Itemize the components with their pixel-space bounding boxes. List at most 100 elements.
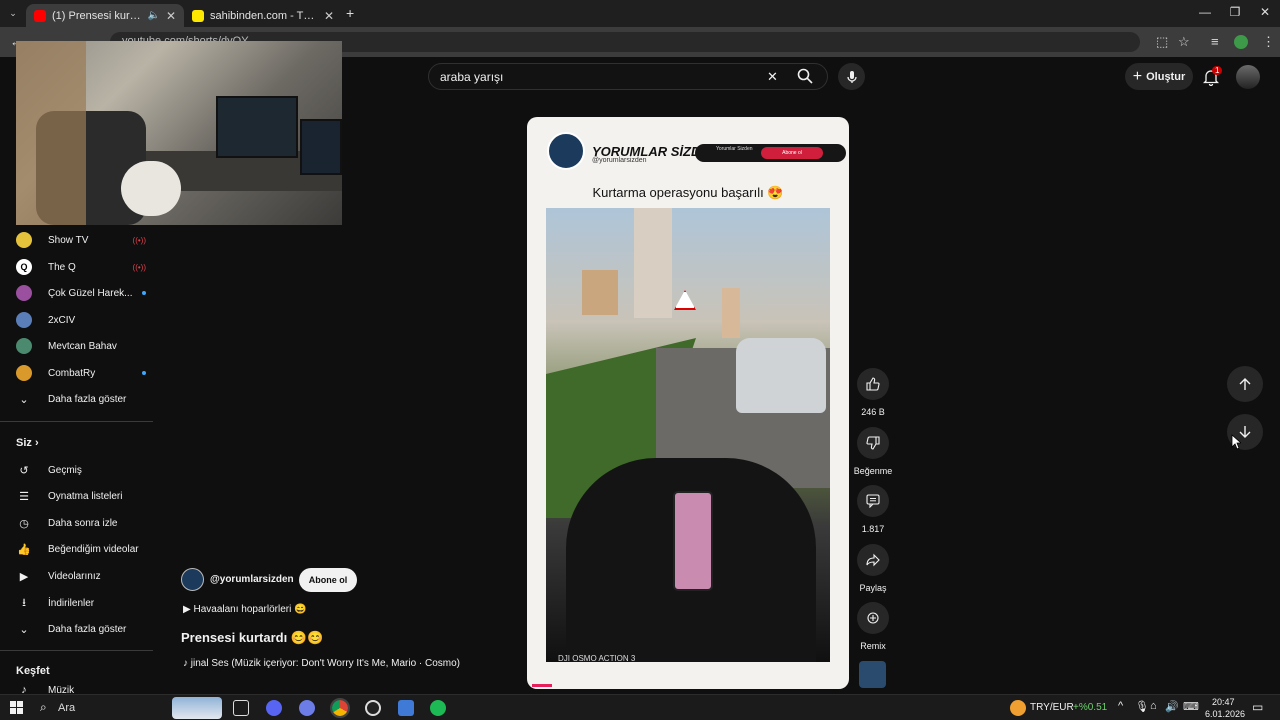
- microphone-icon[interactable]: 🎙: [1135, 700, 1149, 713]
- sidebar-item-label: Mevtcan Bahav: [48, 340, 117, 352]
- shorts-video-player[interactable]: YORUMLAR SİZDEN @yorumlarsizden Yorumlar…: [527, 117, 849, 689]
- sidebar-item-label: İndirilenler: [48, 597, 95, 609]
- network-icon[interactable]: ⌂: [1150, 700, 1157, 712]
- chevron-down-icon: ⌄: [19, 623, 29, 636]
- building: [722, 288, 740, 338]
- taskbar-search-box[interactable]: ⌕ Ara: [30, 696, 226, 720]
- music-credit[interactable]: ♪ jinal Ses (Müzik içeriyor: Don't Worry…: [183, 658, 460, 669]
- sahibinden-favicon-icon: [192, 9, 204, 22]
- app-icon[interactable]: [299, 700, 315, 716]
- clock-date[interactable]: 6.01.2026: [1205, 709, 1245, 719]
- comment-icon: [857, 485, 889, 517]
- close-tab-icon[interactable]: ✕: [324, 9, 334, 23]
- sidebar-item-watch-later[interactable]: ◷ Daha sonra izle: [16, 513, 146, 533]
- notifications-icon[interactable]: ▭: [1252, 700, 1263, 714]
- like-button[interactable]: 246 B: [848, 368, 898, 417]
- previous-short-button[interactable]: [1227, 366, 1263, 402]
- restore-icon[interactable]: ❐: [1220, 5, 1250, 19]
- sidebar-item-label: The Q: [48, 261, 76, 273]
- channel-avatar: [16, 365, 32, 381]
- clear-search-icon[interactable]: ✕: [767, 69, 778, 85]
- dislike-label: Beğenme: [853, 466, 893, 476]
- media-control-icon[interactable]: ≡: [1211, 34, 1219, 49]
- sidebar-item-playlists[interactable]: ☰ Oynatma listeleri: [16, 486, 146, 506]
- sidebar-item-label: Daha sonra izle: [48, 517, 118, 529]
- new-content-dot-icon: [142, 371, 146, 375]
- menu-dots-icon[interactable]: ⋮: [1262, 34, 1275, 50]
- sidebar-item-your-videos[interactable]: ▶ Videolarınız: [16, 566, 146, 586]
- sidebar-item-downloads[interactable]: ⭳ İndirilenler: [16, 593, 146, 613]
- sidebar-item-2xciv[interactable]: 2xCIV: [16, 310, 146, 330]
- windows-taskbar: ⌕ Ara TRY/EUR +%0.51 ^ 🎙 ⌂ 🔊 ⌨ 20:47 6.0…: [0, 694, 1280, 720]
- webcam-monitor-right: [300, 119, 342, 175]
- close-window-icon[interactable]: ✕: [1250, 5, 1280, 19]
- profile-avatar[interactable]: [1234, 35, 1248, 49]
- remix-button[interactable]: Remix: [848, 602, 898, 651]
- tray-chevron-up-icon[interactable]: ^: [1118, 700, 1123, 712]
- minimize-icon[interactable]: —: [1190, 5, 1220, 19]
- chrome-icon[interactable]: [330, 698, 350, 718]
- install-icon[interactable]: ⬚: [1156, 34, 1168, 50]
- video-progress-bar[interactable]: [532, 684, 552, 687]
- show-more-you[interactable]: ⌄ Daha fazla göster: [16, 619, 146, 639]
- sidebar-item-liked-videos[interactable]: 👍 Beğendiğim videolar: [16, 539, 146, 559]
- search-input[interactable]: araba yarışı: [440, 70, 503, 84]
- sidebar-item-cok-guzel[interactable]: Çok Güzel Harek...: [16, 283, 146, 303]
- sidebar-item-the-q[interactable]: Q The Q ((•)): [16, 257, 146, 277]
- video-title: Prensesi kurtardı 😊😊: [181, 630, 324, 645]
- sidebar-item-mevtcan[interactable]: Mevtcan Bahav: [16, 336, 146, 356]
- create-button[interactable]: + Oluştur: [1125, 63, 1193, 90]
- video-frame: DJI OSMO ACTION 3: [546, 208, 830, 662]
- sidebar-item-history[interactable]: ↺ Geçmiş: [16, 460, 146, 480]
- discord-icon[interactable]: [266, 700, 282, 716]
- like-count: 246 B: [861, 407, 885, 417]
- spotify-icon[interactable]: [430, 700, 446, 716]
- channel-name[interactable]: @yorumlarsizden: [210, 574, 294, 585]
- tab-label: (1) Prensesi kurtardı 😊😊: [52, 10, 143, 22]
- sidebar-item-show-tv[interactable]: Show TV ((•)): [16, 230, 146, 250]
- currency-change: +%0.51: [1073, 702, 1108, 713]
- close-tab-icon[interactable]: ✕: [166, 9, 176, 23]
- voice-search-icon[interactable]: [838, 63, 865, 90]
- subscribe-button[interactable]: Abone ol: [299, 568, 357, 592]
- channel-avatar: [16, 312, 32, 328]
- road-sign: [674, 290, 696, 310]
- sidebar-item-label: Videolarınız: [48, 570, 101, 582]
- sidebar-item-combatry[interactable]: CombatRy: [16, 363, 146, 383]
- tab-youtube[interactable]: (1) Prensesi kurtardı 😊😊 🔈 ✕: [26, 4, 184, 27]
- you-section-heading[interactable]: Siz ›: [16, 437, 39, 449]
- show-more-label: Daha fazla göster: [48, 623, 127, 635]
- youtube-favicon-icon: [34, 9, 46, 22]
- windows-start-icon[interactable]: [10, 701, 23, 719]
- comments-button[interactable]: 1.817: [848, 485, 898, 534]
- app-icon[interactable]: [398, 700, 414, 716]
- search-box[interactable]: araba yarışı ✕: [428, 63, 828, 90]
- share-button[interactable]: Paylaş: [848, 544, 898, 593]
- audio-thumbnail[interactable]: [859, 661, 886, 688]
- tab-sahibinden[interactable]: sahibinden.com - Türkiye'nin Or ✕: [184, 4, 342, 27]
- video-description[interactable]: ▶ Havaalanı hoparlörleri 😄: [183, 604, 307, 615]
- volume-icon[interactable]: 🔊: [1165, 700, 1179, 713]
- thumbs-up-icon: [857, 368, 889, 400]
- app-icon[interactable]: [365, 700, 381, 716]
- currency-icon: [1010, 700, 1026, 716]
- bookmark-star-icon[interactable]: ☆: [1178, 34, 1190, 50]
- show-more-subscriptions[interactable]: ⌄ Daha fazla göster: [16, 389, 146, 409]
- download-icon: ⭳: [22, 596, 26, 609]
- video-caption: Kurtarma operasyonu başarılı 😍: [592, 185, 784, 200]
- keyboard-icon[interactable]: ⌨: [1183, 700, 1199, 713]
- search-icon[interactable]: [797, 68, 813, 89]
- taskbar-search-label: Ara: [58, 702, 76, 714]
- account-avatar[interactable]: [1236, 65, 1260, 89]
- clock-time[interactable]: 20:47: [1212, 697, 1235, 707]
- speaker-icon[interactable]: 🔈: [147, 10, 159, 21]
- channel-avatar[interactable]: [181, 568, 204, 591]
- new-tab-button[interactable]: +: [346, 5, 354, 21]
- tab-search-icon[interactable]: ⌄: [6, 6, 20, 20]
- remix-label: Remix: [860, 641, 886, 651]
- embedded-subscribe-button: Abone ol: [761, 147, 823, 159]
- task-view-icon[interactable]: [233, 700, 249, 716]
- channel-avatar: [16, 285, 32, 301]
- dislike-button[interactable]: Beğenme: [848, 427, 898, 476]
- video-icon: ▶: [19, 570, 29, 583]
